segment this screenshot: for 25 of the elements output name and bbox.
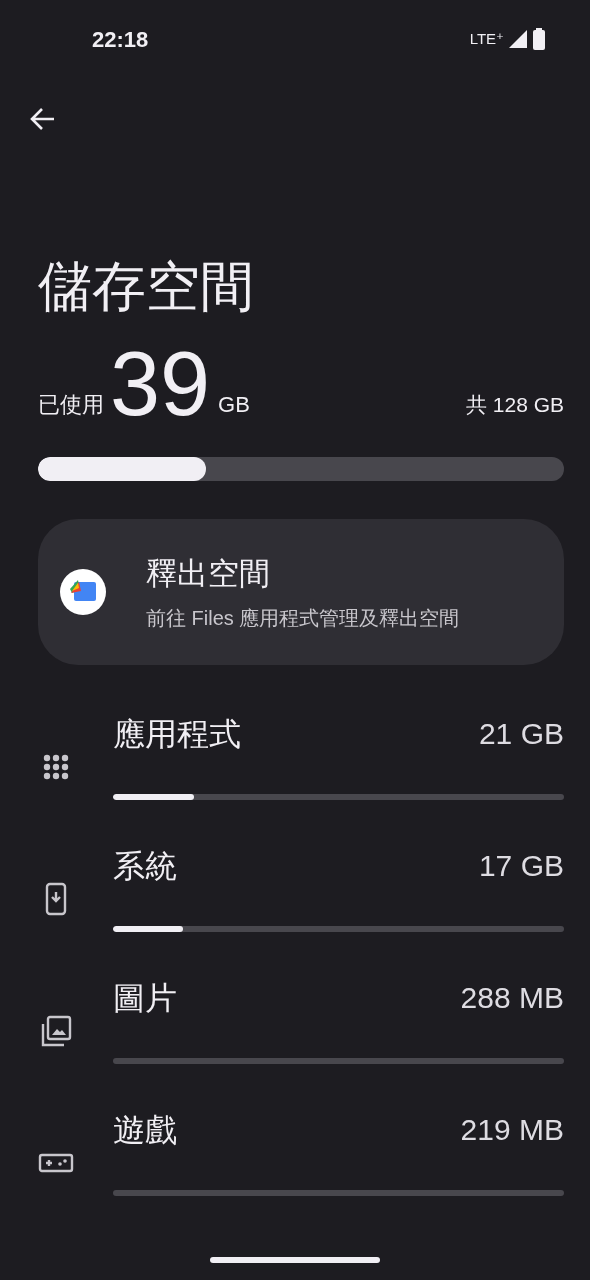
clock-time: 22:18	[92, 25, 149, 54]
category-label: 應用程式	[113, 714, 241, 754]
total-capacity: 共 128 GB	[465, 392, 564, 419]
category-size: 219 MB	[460, 1112, 564, 1149]
free-up-space-card[interactable]: 釋出空間 前往 Files 應用程式管理及釋出空間	[38, 518, 564, 665]
category-label: 遊戲	[113, 1110, 177, 1150]
used-label: 已使用	[38, 390, 104, 419]
category-label: 系統	[113, 846, 177, 886]
category-row[interactable]: 圖片 288 MB	[113, 973, 564, 1064]
category-size: 17 GB	[478, 848, 564, 885]
page-title: 儲存空間	[38, 255, 255, 318]
signal-icon	[508, 29, 528, 49]
category-row[interactable]: 系統 17 GB	[113, 841, 564, 932]
category-label: 圖片	[113, 978, 177, 1018]
category-size: 288 MB	[460, 980, 564, 1017]
used-amount: 39	[110, 338, 211, 429]
network-type: LTE⁺	[469, 28, 504, 49]
card-subtitle: 前往 Files 應用程式管理及釋出空間	[146, 606, 460, 632]
category-row[interactable]: 遊戲 219 MB	[113, 1105, 564, 1196]
category-size: 21 GB	[478, 716, 564, 753]
category-row[interactable]: 應用程式 21 GB	[113, 709, 564, 800]
battery-icon	[532, 28, 546, 50]
used-unit: GB	[218, 390, 250, 419]
card-title: 釋出空間	[146, 554, 271, 593]
files-app-icon	[60, 568, 106, 615]
